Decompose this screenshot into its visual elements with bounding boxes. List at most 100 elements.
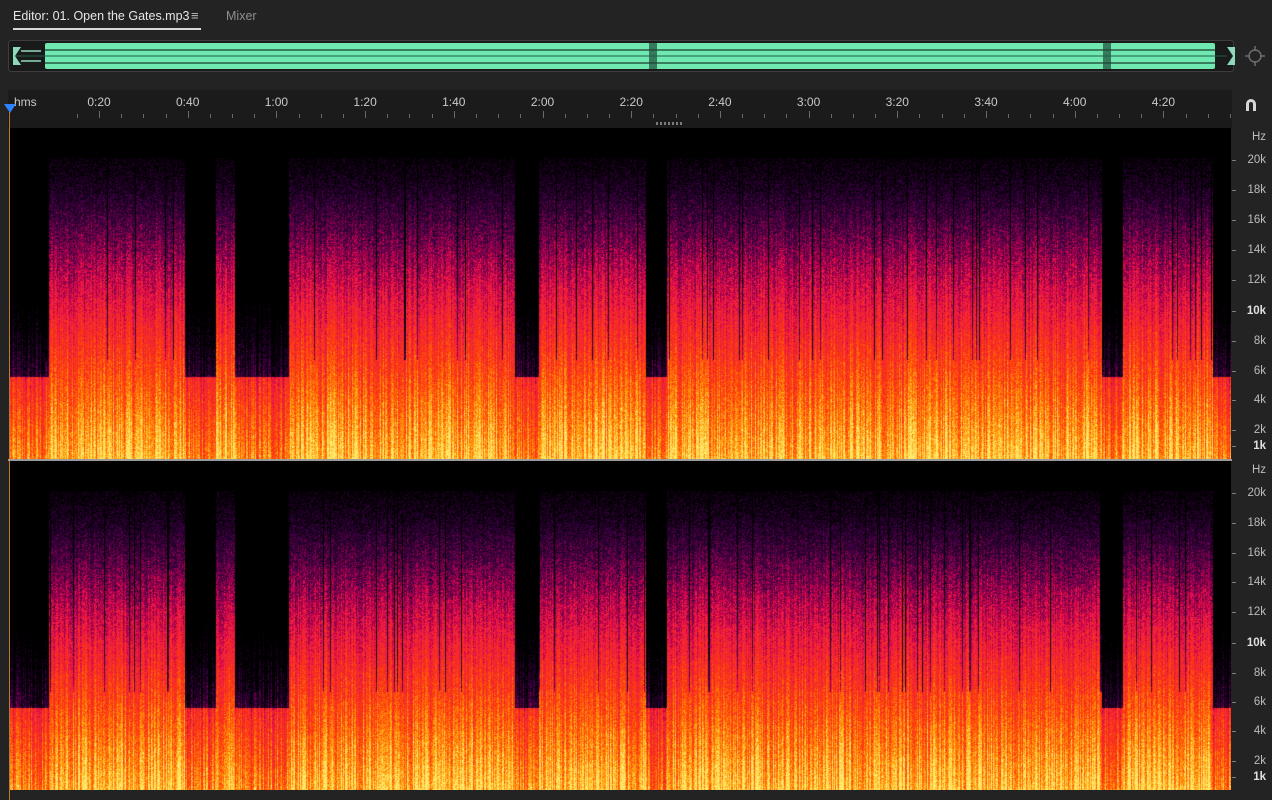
- ruler-tick-label: 1:00: [264, 95, 289, 109]
- hz-tick-label: 1k: [1253, 770, 1266, 783]
- ruler-tick: [298, 114, 300, 118]
- ruler-tick: [1163, 111, 1165, 118]
- ruler-tick: [431, 114, 433, 118]
- hz-tick: [1232, 220, 1236, 222]
- hz-tick: [1232, 429, 1236, 431]
- hz-tick: [1232, 612, 1236, 614]
- ruler-tick: [897, 111, 899, 118]
- magnet-icon[interactable]: [1241, 97, 1261, 113]
- hz-tick: [1232, 522, 1236, 524]
- hz-tick-label: 4k: [1253, 725, 1266, 738]
- hz-tick: [1232, 760, 1236, 762]
- ruler-tick-label: 2:40: [708, 95, 732, 109]
- ruler-tick-label: 3:40: [974, 95, 998, 109]
- hz-tick-label: 8k: [1253, 334, 1266, 347]
- ruler-tick: [1008, 114, 1010, 118]
- panel-menu-icon[interactable]: ≡: [191, 8, 199, 23]
- ruler-tick: [586, 114, 588, 118]
- ruler-tick: [631, 111, 633, 118]
- hz-tick: [1232, 582, 1236, 584]
- ruler-tick: [653, 114, 655, 118]
- hz-tick-label: 14k: [1247, 244, 1266, 257]
- hz-tick: [1232, 642, 1236, 644]
- ruler-tick: [1141, 114, 1143, 118]
- spectrogram-right[interactable]: [10, 461, 1231, 790]
- hz-tick: [1232, 160, 1236, 162]
- hz-tick-label: 2k: [1253, 754, 1266, 767]
- ruler-tick: [919, 114, 921, 118]
- overview-waveform[interactable]: [8, 40, 1237, 72]
- ruler-tick: [254, 114, 256, 118]
- hz-tick: [1232, 280, 1236, 282]
- ruler-tick: [675, 114, 677, 118]
- ruler-tick: [276, 111, 278, 118]
- ruler-tick: [187, 111, 189, 118]
- ruler-tick: [143, 114, 145, 118]
- ruler-tick: [409, 114, 411, 118]
- spectrogram-left[interactable]: [10, 128, 1231, 459]
- hz-tick-label: 12k: [1247, 606, 1266, 619]
- ruler-tick: [941, 114, 943, 118]
- ruler-tick: [453, 111, 455, 118]
- hz-tick-label: 6k: [1253, 364, 1266, 377]
- ruler-tick: [808, 111, 810, 118]
- hz-tick: [1232, 672, 1236, 674]
- ruler-tick: [697, 114, 699, 118]
- ruler-tick: [1207, 114, 1209, 118]
- hz-tick: [1232, 776, 1236, 778]
- hz-tick: [1232, 731, 1236, 733]
- hz-tick: [1232, 400, 1236, 402]
- hz-tick-label: 8k: [1253, 666, 1266, 679]
- ruler-tick: [875, 114, 877, 118]
- ruler-tick: [852, 114, 854, 118]
- time-ruler[interactable]: hms 0:20 0:40 1:00 1:20 1:40 2:00 2:20 2:40 3:00…: [8, 90, 1232, 120]
- ruler-tick: [99, 111, 100, 118]
- playhead-line: [9, 112, 10, 800]
- zoom-navigator-icon[interactable]: [1245, 46, 1265, 66]
- ruler-tick: [1096, 114, 1098, 118]
- playhead-marker[interactable]: [4, 104, 16, 113]
- ruler-tick: [764, 114, 766, 118]
- hz-unit-label: Hz: [1251, 464, 1266, 476]
- ruler-tick-label: 1:40: [442, 95, 466, 109]
- editor-tab-bar: Editor: 01. Open the Gates.mp3 ≡ Mixer: [0, 0, 1272, 34]
- ruler-tick: [719, 111, 721, 118]
- ruler-tick: [986, 111, 987, 118]
- ruler-tick: [76, 114, 78, 118]
- spectrogram-channel-right[interactable]: [10, 461, 1231, 790]
- ruler-tick-label: 4:00: [1063, 95, 1087, 109]
- hz-tick-label: 6k: [1253, 696, 1266, 709]
- ruler-tick: [830, 114, 832, 118]
- frequency-axis-left: Hz 20k 18k 16k 14k 12k 10k 8k 6k 4k 2k 1k: [1232, 128, 1272, 459]
- ruler-tick-label: 3:20: [885, 95, 909, 109]
- ruler-tick: [1030, 114, 1032, 118]
- ruler-tick: [475, 114, 477, 118]
- ruler-tick: [1119, 114, 1121, 118]
- hz-tick-label: 18k: [1247, 516, 1266, 529]
- ruler-tick: [1074, 111, 1076, 118]
- ruler-tick: [742, 114, 744, 118]
- panel-splitter[interactable]: [8, 120, 1232, 128]
- hz-tick-label: 16k: [1247, 214, 1266, 227]
- ruler-tick-label: 2:00: [530, 95, 555, 109]
- overview-right-handle[interactable]: [1207, 43, 1237, 69]
- splitter-grip-icon[interactable]: [656, 122, 682, 125]
- tab-editor[interactable]: Editor: 01. Open the Gates.mp3: [13, 9, 190, 23]
- ruler-tick: [1229, 114, 1231, 118]
- ruler-tick: [121, 114, 123, 118]
- tab-mixer[interactable]: Mixer: [226, 9, 257, 23]
- hz-tick: [1232, 492, 1236, 494]
- ruler-tick: [609, 114, 611, 118]
- spectrogram-channel-left[interactable]: [10, 128, 1231, 459]
- ruler-tick-label: 1:20: [353, 95, 377, 109]
- ruler-tick: [786, 114, 788, 118]
- ruler-tick: [498, 114, 500, 118]
- ruler-tick: [520, 114, 522, 118]
- hz-tick: [1232, 552, 1236, 554]
- ruler-tick: [387, 114, 389, 118]
- overview-left-handle[interactable]: [11, 43, 41, 69]
- hz-unit-label: Hz: [1251, 131, 1266, 143]
- hz-tick-label: 16k: [1247, 546, 1266, 559]
- ruler-tick: [232, 114, 234, 118]
- ruler-tick: [165, 114, 167, 118]
